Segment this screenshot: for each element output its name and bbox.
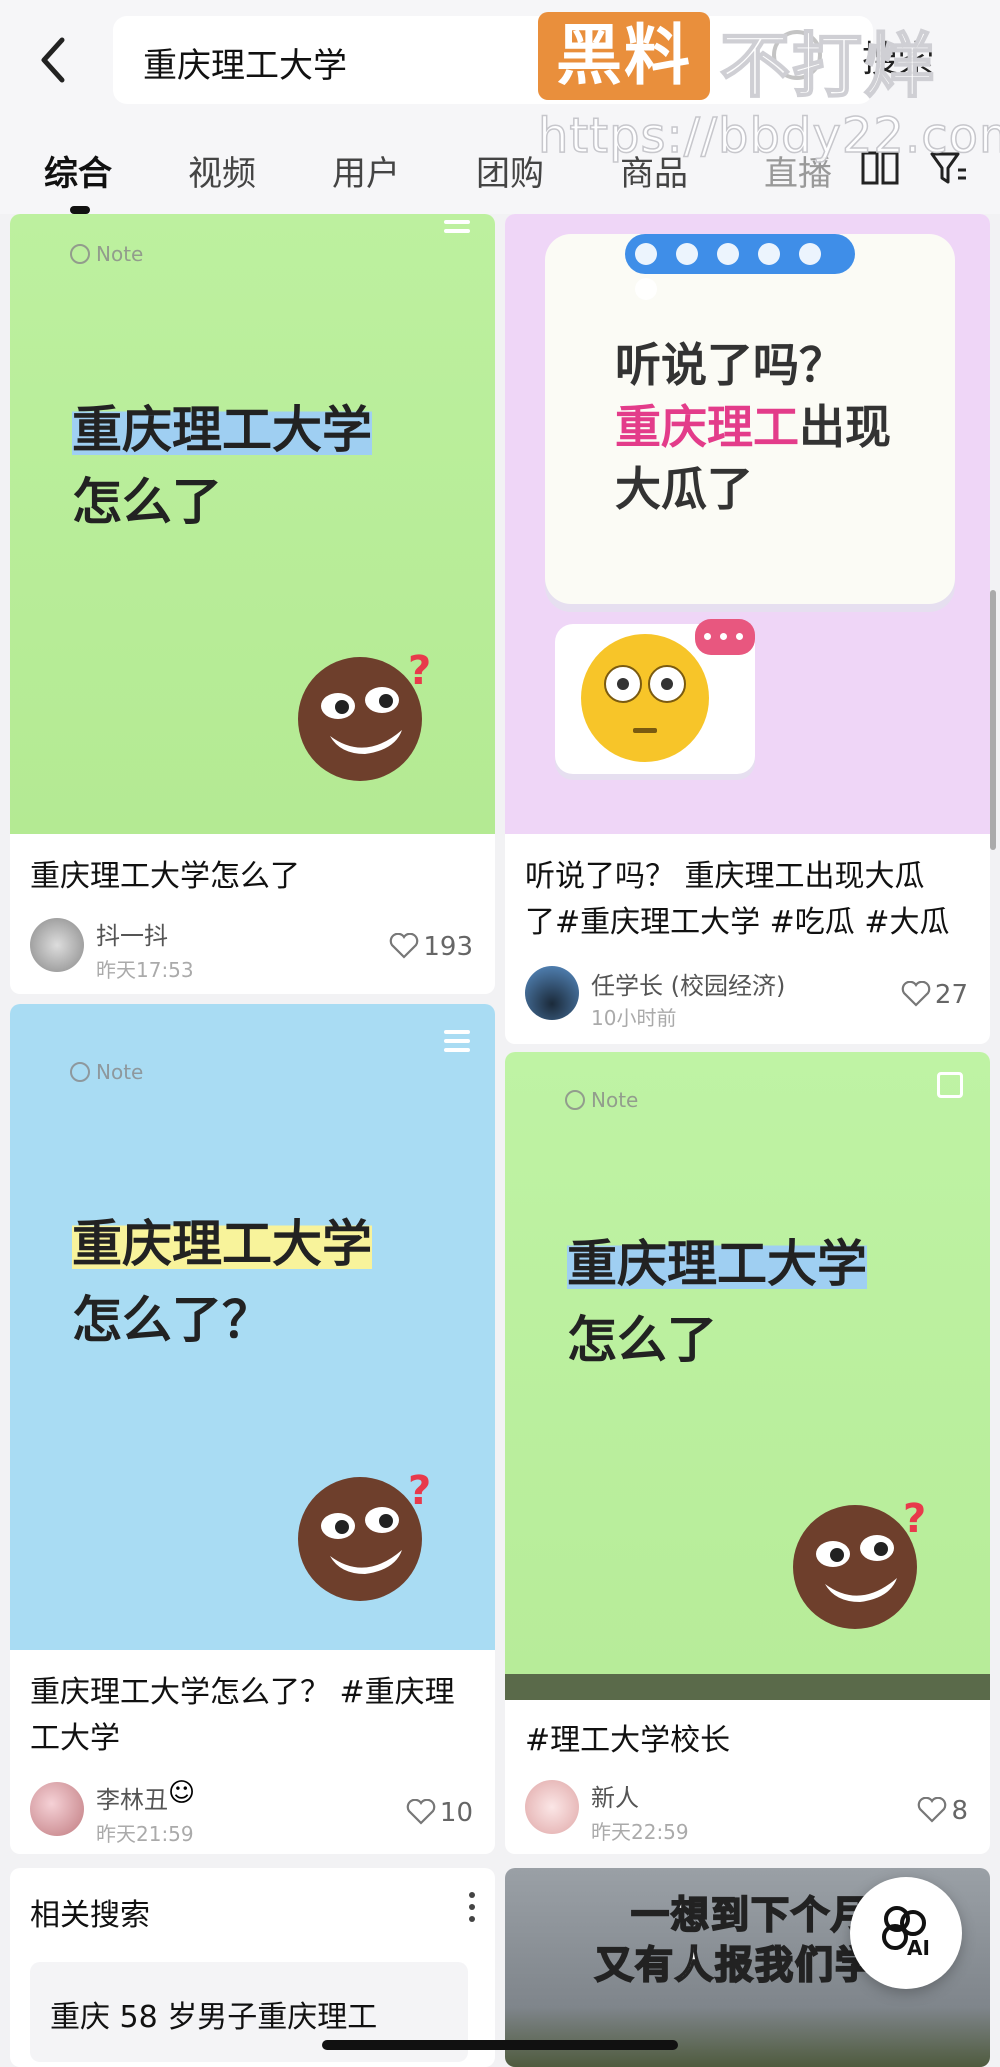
reaction-bar-icon (625, 234, 855, 300)
heart-icon (901, 980, 931, 1007)
tab-group-buy[interactable]: 团购 (476, 146, 544, 195)
cover-headline: 听说了吗？ 重庆理工出现 大瓜了 (615, 338, 891, 516)
author-name[interactable]: 李林丑 (96, 1780, 168, 1815)
post-time: 昨天21:59 (96, 1822, 194, 1846)
result-card[interactable]: Note 重庆理工大学 怎么了 ? #理工大学校长 新人 昨天22:59 8 (505, 1052, 990, 1854)
video-subtitle-line2: 又有人报我们学 (594, 1942, 876, 1988)
post-time: 昨天22:59 (591, 1820, 689, 1844)
scrollbar[interactable] (990, 590, 996, 850)
ai-flower-icon: AI (882, 1906, 930, 1960)
note-label: Note (70, 242, 143, 266)
svg-text:?: ? (408, 1468, 431, 1514)
like-count[interactable]: 8 (917, 1796, 968, 1826)
card-title[interactable]: #理工大学校长 (525, 1718, 730, 1764)
post-time: 昨天17:53 (96, 958, 194, 982)
confused-emoji-icon: ? (793, 1496, 926, 1629)
avatar[interactable] (525, 966, 579, 1020)
card-title-line1[interactable]: 重庆理工大学怎么了？ #重庆理 (30, 1670, 455, 1716)
author-name[interactable]: 任学长 (校园经济) (591, 966, 785, 1001)
confused-emoji-icon: ? (298, 1468, 431, 1601)
note-label: Note (565, 1088, 638, 1112)
card-cover[interactable]: 听说了吗？ 重庆理工出现 大瓜了 (505, 214, 990, 834)
related-title: 相关搜索 (30, 1898, 150, 1933)
more-options-icon[interactable] (469, 1892, 475, 1928)
avatar[interactable] (525, 1780, 579, 1834)
result-card[interactable]: Note 重庆理工大学 怎么了？ ? 重庆理工大学怎么了？ #重庆理 工大学 李… (10, 1004, 495, 1854)
like-count[interactable]: 193 (389, 932, 473, 962)
post-time: 10小时前 (591, 1006, 677, 1030)
card-title[interactable]: 重庆理工大学怎么了 (30, 854, 300, 900)
ai-label: AI (907, 1936, 930, 1960)
result-card[interactable]: Note 重庆理工大学 怎么了 ? 重庆理工大学怎么了 抖一抖 昨天17:53 … (10, 214, 495, 994)
like-count[interactable]: 27 (901, 980, 968, 1010)
tab-video[interactable]: 视频 (188, 146, 256, 195)
card-cover[interactable]: Note 重庆理工大学 怎么了 ? (10, 214, 495, 834)
svg-text:?: ? (903, 1496, 926, 1542)
cover-headline: 重庆理工大学 (72, 390, 372, 462)
note-label: Note (70, 1060, 143, 1084)
ai-assistant-button[interactable]: AI (850, 1877, 962, 1989)
menu-lines-icon (444, 1030, 470, 1052)
cover-headline: 重庆理工大学 (567, 1224, 867, 1296)
cover-subline: 怎么了 (72, 473, 222, 531)
author-name[interactable]: 新人 (591, 1778, 639, 1813)
cover-subline: 怎么了？ (72, 1291, 272, 1349)
card-title-line2[interactable]: 工大学 (30, 1716, 120, 1762)
card-cover[interactable]: Note 重庆理工大学 怎么了 ? (505, 1052, 990, 1700)
top-bar: 重庆理工大学 搜索 黑料 不打烊 (0, 0, 1000, 110)
cover-headline: 重庆理工大学 (72, 1204, 372, 1276)
back-icon[interactable] (30, 30, 80, 90)
nerd-emoji-icon: ☺ (168, 1778, 196, 1808)
like-count[interactable]: 10 (406, 1798, 473, 1828)
multi-image-icon (937, 1072, 963, 1098)
card-title-line1[interactable]: 听说了吗？ 重庆理工出现大瓜 (525, 854, 925, 900)
active-tab-indicator (70, 206, 90, 214)
result-card[interactable]: 听说了吗？ 重庆理工出现 大瓜了 听说了吗？ 重庆理工出现大瓜 了#重庆理工大学… (505, 214, 990, 1044)
speech-bubble: 听说了吗？ 重庆理工出现 大瓜了 (545, 234, 955, 604)
watermark-badge: 黑料 (538, 12, 710, 100)
video-subtitle-line1: 一想到下个月 (630, 1892, 872, 1938)
home-indicator[interactable] (322, 2040, 678, 2050)
typing-dots-icon (695, 619, 755, 655)
watermark-url: https://bbdy22.com (537, 107, 1000, 165)
avatar[interactable] (30, 918, 84, 972)
search-query: 重庆理工大学 (143, 46, 347, 86)
heart-icon (918, 1796, 947, 1823)
heart-icon (390, 932, 419, 959)
avatar[interactable] (30, 1782, 84, 1836)
menu-lines-icon (444, 220, 470, 242)
tab-users[interactable]: 用户 (332, 146, 400, 195)
cover-subline: 怎么了 (567, 1311, 717, 1369)
heart-icon (406, 1798, 436, 1825)
watermark-text: 不打烊 (719, 24, 936, 108)
svg-text:?: ? (408, 648, 431, 694)
confused-emoji-icon: ? (298, 648, 431, 781)
related-searches: 相关搜索 重庆 58 岁男子重庆理工 (10, 1868, 495, 2067)
card-cover[interactable]: Note 重庆理工大学 怎么了？ ? (10, 1004, 495, 1650)
author-name[interactable]: 抖一抖 (96, 916, 168, 951)
tab-general[interactable]: 综合 (44, 146, 112, 195)
card-title-line2[interactable]: 了#重庆理工大学 #吃瓜 #大瓜 (525, 900, 949, 946)
